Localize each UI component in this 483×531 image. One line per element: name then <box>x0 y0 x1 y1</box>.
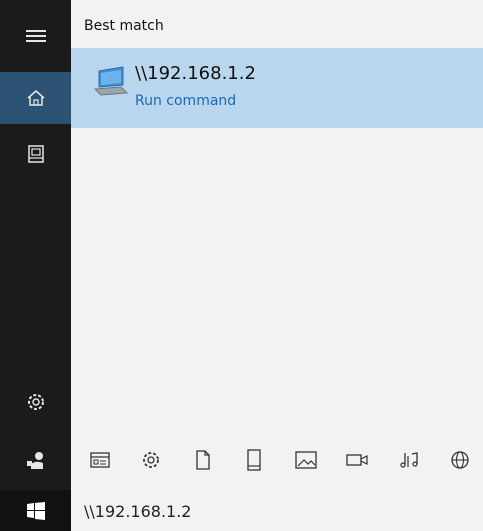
settings-filter-button[interactable] <box>136 446 166 474</box>
folder-filter-icon <box>247 449 261 471</box>
music-filter-icon <box>399 452 418 468</box>
settings-filter-icon <box>143 452 160 468</box>
best-match-result[interactable]: \\192.168.1.2 Run command <box>71 48 483 128</box>
settings-icon <box>27 394 44 410</box>
apps-filter-button[interactable] <box>85 446 115 474</box>
search-input[interactable]: \\192.168.1.2 <box>84 502 191 521</box>
settings-button[interactable] <box>0 376 71 428</box>
videos-filter-icon <box>346 454 368 466</box>
start-button[interactable] <box>0 490 71 531</box>
web-filter-icon <box>451 451 469 469</box>
documents-button[interactable] <box>0 128 71 180</box>
start-menu-left-rail <box>0 0 71 490</box>
home-icon <box>27 90 44 106</box>
videos-filter-button[interactable] <box>342 446 372 474</box>
home-button[interactable] <box>0 72 71 124</box>
photos-filter-button[interactable] <box>291 446 321 474</box>
folder-filter-button[interactable] <box>239 446 269 474</box>
hamburger-menu-button[interactable] <box>0 10 71 62</box>
result-title: \\192.168.1.2 <box>135 63 256 84</box>
result-subtitle: Run command <box>135 93 237 109</box>
user-button[interactable] <box>0 434 71 486</box>
web-filter-button[interactable] <box>445 446 475 474</box>
taskbar: \\192.168.1.2 <box>0 490 483 531</box>
best-match-heading: Best match <box>84 18 164 34</box>
windows-logo-icon <box>26 501 45 520</box>
user-icon <box>26 452 43 469</box>
network-computer-icon <box>93 63 129 103</box>
documents-icon <box>27 145 44 163</box>
hamburger-menu-icon <box>25 30 46 42</box>
document-filter-icon <box>196 450 210 470</box>
search-filter-bar <box>85 444 475 476</box>
search-results-panel: Best match \\192.168.1.2 Run command <box>71 0 483 490</box>
document-filter-button[interactable] <box>188 446 218 474</box>
apps-filter-icon <box>90 452 110 468</box>
photos-filter-icon <box>295 451 317 469</box>
music-filter-button[interactable] <box>394 446 424 474</box>
